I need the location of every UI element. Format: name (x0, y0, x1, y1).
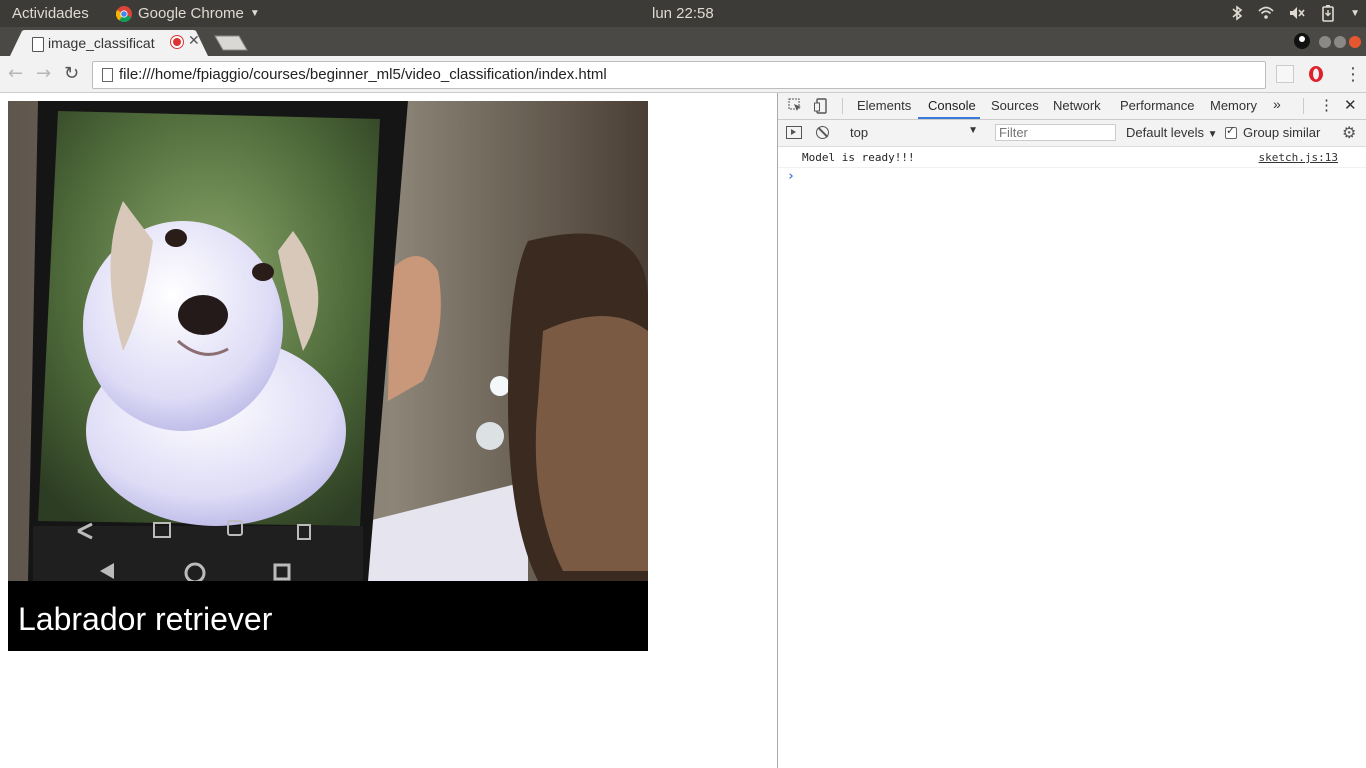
clock[interactable]: lun 22:58 (652, 5, 714, 22)
divider (842, 98, 843, 114)
tab-performance[interactable]: Performance (1120, 98, 1194, 113)
console-message-source-link[interactable]: sketch.js:13 (1259, 151, 1338, 164)
group-similar-label: Group similar (1243, 125, 1321, 140)
back-icon[interactable]: ← (8, 63, 23, 84)
activities-button[interactable]: Actividades (12, 5, 89, 22)
console-sidebar-icon[interactable] (786, 126, 802, 139)
more-tabs-icon[interactable]: » (1273, 96, 1281, 112)
devtools-panel: Elements Console Sources Network Perform… (777, 93, 1366, 768)
chrome-logo-icon (116, 5, 132, 22)
context-selector[interactable]: top ▼ (844, 120, 982, 146)
group-similar-toggle[interactable]: Group similar (1225, 124, 1321, 140)
browser-tab[interactable]: image_classificat ✕ (10, 30, 208, 56)
url-text[interactable]: file:///home/fpiaggio/courses/beginner_m… (119, 66, 607, 83)
volume-muted-icon[interactable] (1288, 5, 1306, 21)
divider (1303, 98, 1304, 114)
chevron-down-icon: ▼ (1207, 129, 1218, 140)
tab-title: image_classificat (48, 35, 155, 51)
reload-icon[interactable]: ↻ (64, 63, 79, 84)
battery-icon[interactable] (1320, 4, 1336, 22)
opera-extension-icon[interactable] (1307, 65, 1325, 83)
log-levels-label: Default levels (1126, 125, 1205, 140)
address-bar[interactable]: file:///home/fpiaggio/courses/beginner_m… (92, 61, 1266, 89)
result-label: Labrador retriever (18, 601, 273, 637)
tab-console[interactable]: Console (928, 98, 976, 113)
tab-network[interactable]: Network (1053, 98, 1101, 113)
devtools-tab-bar: Elements Console Sources Network Perform… (778, 93, 1366, 120)
recording-icon (173, 38, 181, 46)
extension-icon[interactable] (1276, 65, 1294, 83)
browser-toolbar: ← → ↻ file:///home/fpiaggio/courses/begi… (0, 56, 1366, 93)
chevron-down-icon[interactable]: ▼ (1350, 8, 1360, 19)
console-message: Model is ready!!! sketch.js:13 (778, 147, 1366, 168)
tab-sources[interactable]: Sources (991, 98, 1039, 113)
tab-strip: image_classificat ✕ (0, 27, 1366, 56)
filter-box[interactable] (995, 124, 1116, 141)
new-tab-button[interactable] (214, 35, 248, 51)
filter-input[interactable] (999, 125, 1109, 140)
device-toolbar-icon[interactable] (814, 98, 828, 114)
clear-console-icon[interactable] (816, 126, 829, 139)
bluetooth-icon[interactable] (1230, 5, 1244, 21)
app-menu[interactable]: Google Chrome ▼ (116, 5, 260, 22)
gear-icon[interactable]: ⚙ (1342, 123, 1356, 143)
tab-close-icon[interactable]: ✕ (188, 33, 200, 49)
tab-memory[interactable]: Memory (1210, 98, 1257, 113)
console-toolbar: top ▼ Default levels ▼ Group similar ⚙ (778, 120, 1366, 147)
context-value: top (850, 125, 869, 140)
forward-icon[interactable]: → (36, 63, 51, 84)
console-output: Model is ready!!! sketch.js:13 › (778, 147, 1366, 184)
maximize-button[interactable] (1334, 36, 1346, 48)
chevron-down-icon: ▼ (968, 125, 978, 136)
wifi-icon[interactable] (1258, 5, 1274, 21)
webcam-video (8, 101, 648, 581)
devtools-menu-icon[interactable]: ⋮ (1319, 96, 1334, 114)
chevron-down-icon: ▼ (249, 8, 260, 19)
log-levels-dropdown[interactable]: Default levels ▼ (1126, 125, 1218, 140)
window-controls (1319, 36, 1361, 48)
close-devtools-icon[interactable]: ✕ (1344, 96, 1357, 114)
inspect-element-icon[interactable] (788, 98, 802, 112)
minimize-button[interactable] (1319, 36, 1331, 48)
close-window-button[interactable] (1349, 36, 1361, 48)
os-top-panel: Actividades Google Chrome ▼ lun 22:58 ▼ (0, 0, 1366, 27)
console-prompt-icon[interactable]: › (787, 169, 795, 184)
profile-icon[interactable] (1294, 33, 1310, 49)
console-message-text: Model is ready!!! (802, 151, 915, 164)
page-viewport: Labrador retriever (0, 93, 777, 768)
app-name: Google Chrome (138, 5, 244, 22)
system-tray: ▼ (1230, 4, 1360, 22)
active-tab-indicator (918, 117, 980, 119)
tab-elements[interactable]: Elements (857, 98, 911, 113)
page-icon (32, 37, 44, 52)
chrome-menu-icon[interactable]: ⋮ (1344, 64, 1362, 85)
file-icon (102, 68, 113, 82)
webcam-frame-image (8, 101, 648, 581)
group-similar-checkbox[interactable] (1225, 124, 1237, 139)
classification-result: Labrador retriever (8, 581, 648, 651)
